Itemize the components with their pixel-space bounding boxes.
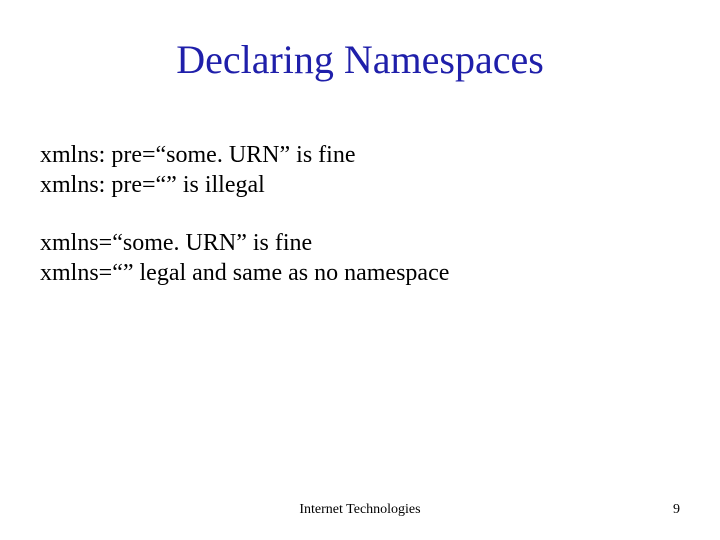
- paragraph-2: xmlns=“some. URN” is fine xmlns=“” legal…: [40, 228, 680, 288]
- text-line: xmlns=“” legal and same as no namespace: [40, 258, 680, 288]
- footer-text: Internet Technologies: [0, 502, 720, 518]
- text-line: xmlns: pre=“” is illegal: [40, 170, 680, 200]
- slide-title: Declaring Namespaces: [0, 36, 720, 83]
- text-line: xmlns: pre=“some. URN” is fine: [40, 140, 680, 170]
- slide-body: xmlns: pre=“some. URN” is fine xmlns: pr…: [40, 140, 680, 316]
- slide: Declaring Namespaces xmlns: pre=“some. U…: [0, 0, 720, 540]
- page-number: 9: [673, 502, 680, 518]
- text-line: xmlns=“some. URN” is fine: [40, 228, 680, 258]
- paragraph-1: xmlns: pre=“some. URN” is fine xmlns: pr…: [40, 140, 680, 200]
